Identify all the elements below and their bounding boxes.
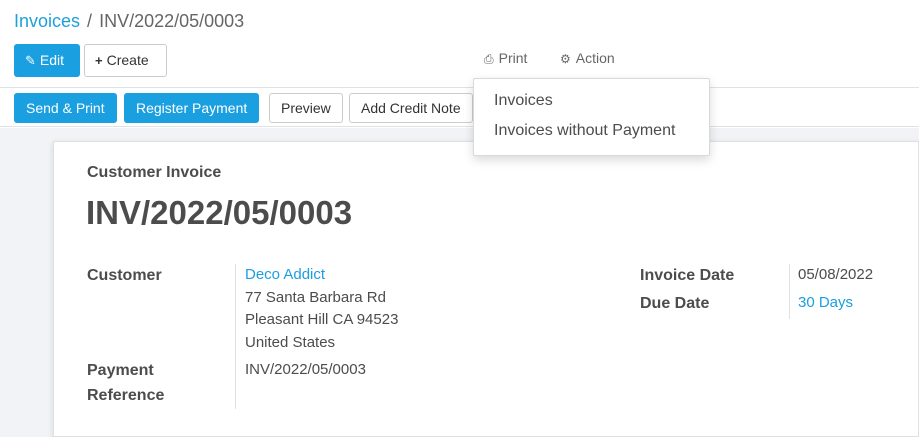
invoice-date-value[interactable]: 05/08/2022 [798,264,873,287]
print-label: Print [498,50,528,66]
print-menu-toggle[interactable]: ⎙ Print [484,50,527,67]
pencil-icon: ✎ [25,53,36,68]
edit-button[interactable]: ✎ Edit [14,44,80,77]
printer-icon: ⎙ [484,52,494,66]
preview-button[interactable]: Preview [269,93,343,123]
customer-link[interactable]: Deco Addict [245,264,325,287]
breadcrumb-invoices-link[interactable]: Invoices [14,11,80,31]
payment-reference-label-cont: Reference [87,387,165,404]
right-group-separator [789,264,790,319]
print-dropdown-menu: Invoices Invoices without Payment [473,78,710,156]
add-credit-note-button[interactable]: Add Credit Note [349,93,473,123]
gear-icon: ⚙ [560,52,571,66]
plus-icon: + [95,53,103,68]
due-date-value[interactable]: 30 Days [798,292,853,315]
register-payment-button[interactable]: Register Payment [124,93,260,123]
invoice-date-label: Invoice Date [640,267,735,284]
create-button-label: Create [106,52,149,68]
left-group-separator [235,264,236,409]
customer-label: Customer [87,267,162,284]
print-menu-item-invoices[interactable]: Invoices [494,92,553,110]
payment-reference-label: Payment [87,362,154,379]
customer-address-line: Pleasant Hill CA 94523 [245,311,399,328]
action-label: Action [575,50,615,66]
status-bar: Send & Print Register Payment Preview Ad… [0,89,919,127]
print-menu-item-invoices-without-payment[interactable]: Invoices without Payment [494,122,675,140]
customer-address-line: 77 Santa Barbara Rd [245,289,386,306]
document-type: Customer Invoice [87,164,222,181]
due-date-label: Due Date [640,295,710,312]
breadcrumb-separator: / [87,11,93,31]
action-menu-toggle[interactable]: ⚙ Action [560,50,615,66]
send-print-button[interactable]: Send & Print [14,93,117,123]
create-button[interactable]: + Create [84,44,167,77]
control-panel: Invoices / INV/2022/05/0003 ✎ Edit + Create … [0,0,919,88]
payment-reference-value: INV/2022/05/0003 [245,361,366,378]
invoice-sheet: Customer Invoice INV/2022/05/0003 Custom… [53,141,919,437]
customer-address-line: United States [245,334,336,351]
breadcrumb-current: INV/2022/05/0003 [99,11,245,31]
breadcrumb: Invoices / INV/2022/05/0003 [14,11,244,32]
document-name: INV/2022/05/0003 [86,194,353,231]
edit-button-label: Edit [39,52,65,68]
